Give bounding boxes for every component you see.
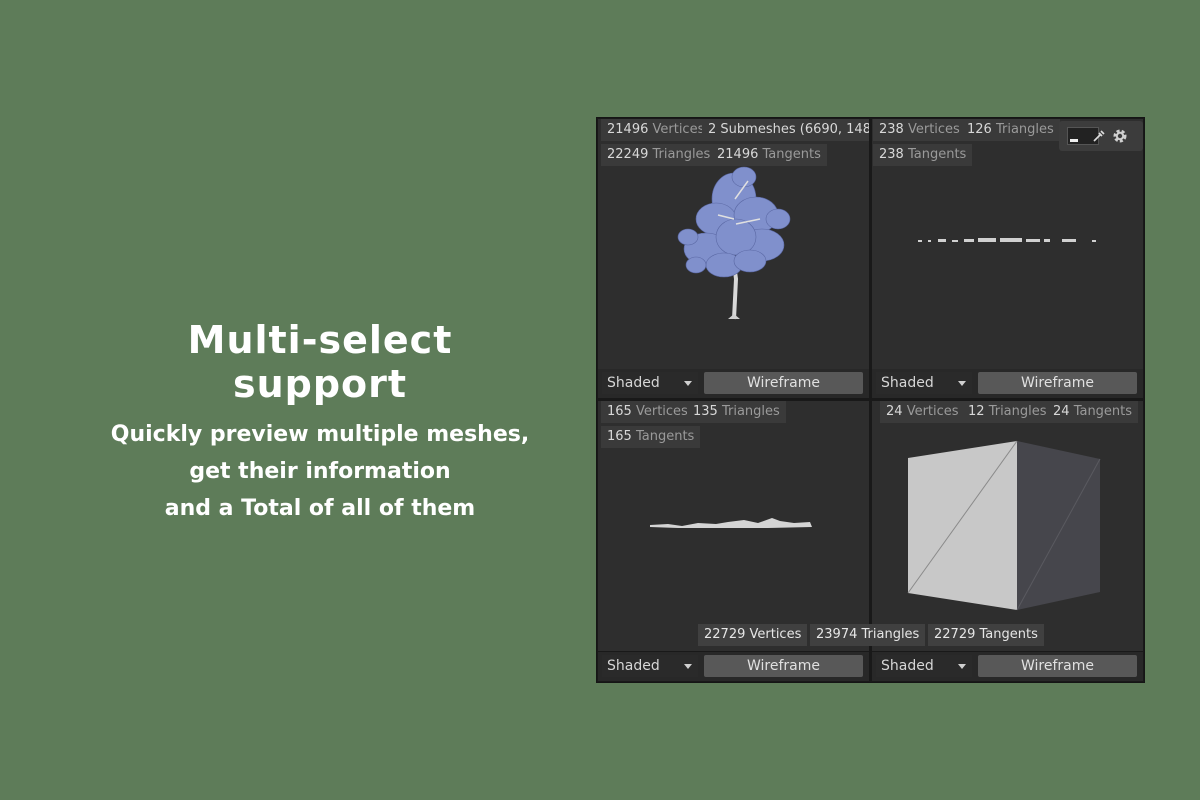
stat-label: Vertices	[749, 627, 802, 642]
promo-line-1: Quickly preview multiple meshes,	[110, 422, 530, 447]
cube-mesh-preview	[907, 440, 1101, 611]
stat-value: 23974	[816, 627, 858, 642]
promo-title: Multi-select support	[187, 318, 453, 406]
shading-mode-dropdown[interactable]: Shaded	[876, 372, 972, 394]
wireframe-button[interactable]: Wireframe	[704, 655, 863, 677]
gear-icon[interactable]	[1111, 127, 1129, 145]
color-swatch-icon[interactable]	[1067, 127, 1105, 145]
tree-mesh-preview	[677, 166, 791, 320]
dropdown-label: Shaded	[881, 658, 934, 674]
preview-pane-ground[interactable]: 165 Vertices 135 Triangles 165 Tangents	[598, 401, 869, 651]
pane-toolbar: Shaded Wireframe	[598, 369, 869, 398]
wireframe-button[interactable]: Wireframe	[978, 372, 1137, 394]
shading-mode-dropdown[interactable]: Shaded	[602, 372, 698, 394]
total-vertices: 22729 Vertices	[698, 624, 808, 646]
wireframe-button[interactable]: Wireframe	[704, 372, 863, 394]
stat-value: 22729	[704, 627, 746, 642]
promo-line-2: get their information	[189, 459, 451, 484]
preview-tools	[1059, 121, 1143, 151]
chevron-down-icon	[684, 381, 692, 386]
promo-block: Multi-select support Quickly preview mul…	[110, 318, 530, 527]
wireframe-button[interactable]: Wireframe	[978, 655, 1137, 677]
dropdown-label: Shaded	[607, 375, 660, 391]
stat-label: Tangents	[979, 627, 1038, 642]
pane-toolbar: Shaded Wireframe	[872, 369, 1143, 398]
preview-pane-tree[interactable]: 21496 Vertices , 2 Submeshes (6690, 1480…	[598, 119, 869, 369]
chevron-down-icon	[958, 381, 966, 386]
shading-mode-dropdown[interactable]: Shaded	[602, 655, 698, 677]
preview-pane-strip[interactable]: 238 Vertices 126 Triangles 238 Tangents	[872, 119, 1143, 369]
dropdown-label: Shaded	[881, 375, 934, 391]
eyedropper-icon[interactable]	[1092, 129, 1106, 143]
chevron-down-icon	[684, 664, 692, 669]
promo-line-3: and a Total of all of them	[164, 496, 476, 521]
shading-mode-dropdown[interactable]: Shaded	[876, 655, 972, 677]
stat-value: 22729	[934, 627, 976, 642]
preview-pane-cube[interactable]: 24 Vertices 12 Triangles 24 Tangents	[872, 401, 1143, 651]
total-tangents: 22729 Tangents	[928, 624, 1044, 646]
mesh-preview-window: 21496 Vertices , 2 Submeshes (6690, 1480…	[596, 117, 1145, 683]
pane-toolbar: Shaded Wireframe	[872, 652, 1143, 681]
pane-toolbar: Shaded Wireframe	[598, 652, 869, 681]
dropdown-label: Shaded	[607, 658, 660, 674]
stat-label: Triangles	[861, 627, 920, 642]
chevron-down-icon	[958, 664, 966, 669]
ground-mesh-preview	[650, 518, 812, 528]
strip-mesh-preview	[918, 238, 1096, 242]
total-triangles: 23974 Triangles	[810, 624, 926, 646]
